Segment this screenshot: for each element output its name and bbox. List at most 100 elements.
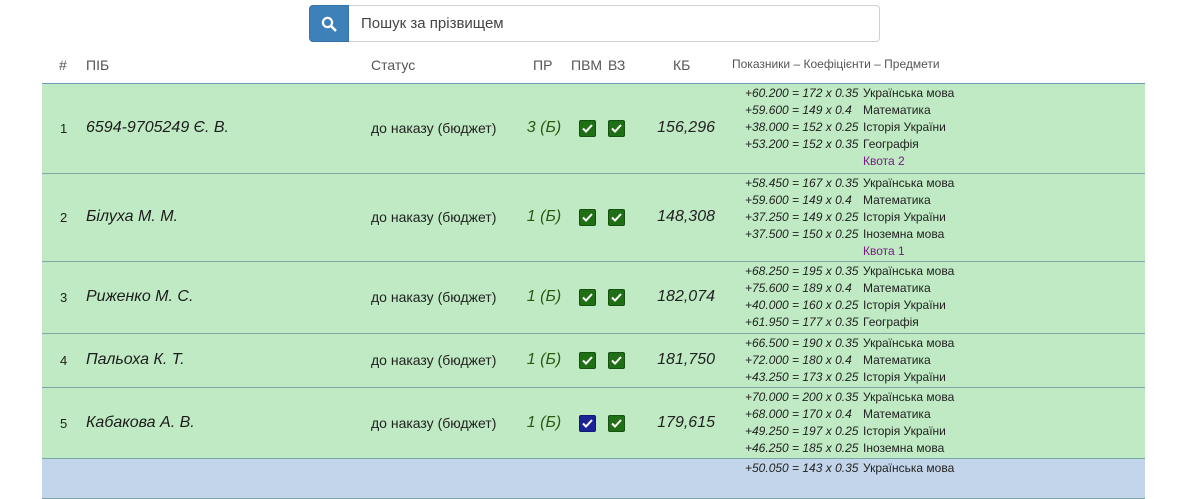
score-subject: Математика bbox=[863, 281, 931, 295]
score-subject: Історія України bbox=[863, 370, 946, 384]
header-scores: Показники – Коефіцієнти – Предмети bbox=[732, 57, 940, 71]
check-icon bbox=[611, 356, 622, 365]
score-subject: Математика bbox=[863, 103, 931, 117]
header-name[interactable]: ПІБ bbox=[86, 57, 109, 73]
applicant-name: Білуха М. М. bbox=[86, 208, 178, 225]
applicant-status: до наказу (бюджет) bbox=[371, 352, 497, 368]
vz-checkbox[interactable] bbox=[608, 289, 625, 306]
check-icon bbox=[611, 124, 622, 133]
score-line: +59.600 = 149 x 0.4 Математика bbox=[745, 192, 954, 209]
competitive-score: 181,750 bbox=[657, 351, 715, 368]
table-row: 2 Білуха М. М. до наказу (бюджет) 1 (Б) 148,… bbox=[42, 174, 1145, 262]
score-line: +37.500 = 150 x 0.25 Іноземна мова bbox=[745, 226, 954, 243]
score-line: +72.000 = 180 x 0.4 Математика bbox=[745, 352, 954, 369]
score-calc: +50.050 = 143 x 0.35 bbox=[745, 461, 859, 475]
check-icon bbox=[582, 418, 593, 428]
row-number: 2 bbox=[60, 210, 68, 225]
score-subject: Математика bbox=[863, 193, 931, 207]
search-button[interactable] bbox=[309, 5, 349, 42]
score-breakdown: +70.000 = 200 x 0.35 Українська мова +68.0… bbox=[745, 389, 954, 457]
score-breakdown: +66.500 = 190 x 0.35 Українська мова +72.0… bbox=[745, 335, 954, 386]
score-line: +66.500 = 190 x 0.35 Українська мова bbox=[745, 335, 954, 352]
header-pr[interactable]: ПР bbox=[533, 57, 552, 73]
score-subject: Українська мова bbox=[863, 264, 955, 278]
score-subject: Українська мова bbox=[863, 86, 955, 100]
vz-checkbox[interactable] bbox=[608, 352, 625, 369]
header-vz[interactable]: ВЗ bbox=[608, 57, 625, 73]
score-calc: +53.200 = 152 x 0.35 bbox=[745, 137, 859, 151]
search-input[interactable] bbox=[349, 5, 880, 42]
score-calc: +70.000 = 200 x 0.35 bbox=[745, 390, 859, 404]
search-icon bbox=[321, 16, 337, 31]
row-number: 1 bbox=[60, 121, 68, 136]
score-line: +53.200 = 152 x 0.35 Географія bbox=[745, 136, 954, 153]
header-status[interactable]: Статус bbox=[371, 57, 415, 73]
score-subject: Історія України bbox=[863, 210, 946, 224]
score-line: +50.050 = 143 x 0.35 Українська мова bbox=[745, 460, 954, 477]
competitive-score: 179,615 bbox=[657, 413, 715, 431]
pvm-checkbox[interactable] bbox=[579, 352, 596, 369]
score-line: +37.250 = 149 x 0.25 Історія України bbox=[745, 209, 954, 226]
pvm-checkbox[interactable] bbox=[579, 289, 596, 306]
score-subject: Математика bbox=[863, 407, 931, 421]
score-subject: Українська мова bbox=[863, 461, 955, 475]
applicant-name: Кабакова А. В. bbox=[86, 413, 195, 431]
pvm-checkbox[interactable] bbox=[579, 209, 596, 226]
table-row: 1 6594-9705249 Є. В. до наказу (бюджет) 3 (… bbox=[42, 84, 1145, 174]
priority: 1 (Б) bbox=[526, 208, 562, 225]
score-line: +70.000 = 200 x 0.35 Українська мова bbox=[745, 389, 954, 406]
score-calc: +75.600 = 189 x 0.4 bbox=[745, 281, 852, 295]
header-num: # bbox=[59, 57, 67, 73]
table-header: # ПІБ Статус ПР ПВМ ВЗ КБ Показники – Ко… bbox=[42, 50, 1145, 84]
score-calc: +59.600 = 149 x 0.4 bbox=[745, 193, 852, 207]
score-subject: Математика bbox=[863, 353, 931, 367]
priority: 1 (Б) bbox=[526, 413, 562, 431]
header-pvm[interactable]: ПВМ bbox=[571, 57, 602, 73]
competitive-score: 182,074 bbox=[657, 288, 715, 305]
score-calc: +68.000 = 170 x 0.4 bbox=[745, 407, 852, 421]
score-line: +75.600 = 189 x 0.4 Математика bbox=[745, 280, 954, 297]
quota-label: Квота 2 bbox=[863, 154, 905, 168]
applicant-name: Пальоха К. Т. bbox=[86, 351, 185, 368]
score-subject: Географія bbox=[863, 315, 919, 329]
applicant-status: до наказу (бюджет) bbox=[371, 289, 497, 305]
score-line: +49.250 = 197 x 0.25 Історія України bbox=[745, 423, 954, 440]
score-line: +61.950 = 177 x 0.35 Географія bbox=[745, 314, 954, 331]
score-subject: Українська мова bbox=[863, 176, 955, 190]
check-icon bbox=[582, 213, 593, 222]
score-line: +46.250 = 185 x 0.25 Іноземна мова bbox=[745, 440, 954, 457]
score-calc: +59.600 = 149 x 0.4 bbox=[745, 103, 852, 117]
score-calc: +43.250 = 173 x 0.25 bbox=[745, 370, 859, 384]
search-bar bbox=[309, 5, 880, 42]
score-subject: Історія України bbox=[863, 120, 946, 134]
score-line: +58.450 = 167 x 0.35 Українська мова bbox=[745, 175, 954, 192]
score-line: +40.000 = 160 x 0.25 Історія України bbox=[745, 297, 954, 314]
score-subject: Іноземна мова bbox=[863, 227, 945, 241]
check-icon bbox=[582, 356, 593, 365]
score-calc: +58.450 = 167 x 0.35 bbox=[745, 176, 859, 190]
check-icon bbox=[611, 418, 622, 428]
score-calc: +66.500 = 190 x 0.35 bbox=[745, 336, 859, 350]
row-number: 3 bbox=[60, 290, 68, 305]
applicant-status: до наказу (бюджет) bbox=[371, 120, 497, 136]
score-line: +59.600 = 149 x 0.4 Математика bbox=[745, 102, 954, 119]
row-number: 4 bbox=[60, 353, 68, 368]
score-subject: Іноземна мова bbox=[863, 441, 945, 455]
score-subject: Географія bbox=[863, 137, 919, 151]
score-subject: Історія України bbox=[863, 424, 946, 438]
check-icon bbox=[611, 213, 622, 222]
score-breakdown: +58.450 = 167 x 0.35 Українська мова +59.6… bbox=[745, 175, 954, 260]
vz-checkbox[interactable] bbox=[608, 120, 625, 137]
check-icon bbox=[582, 124, 593, 133]
vz-checkbox[interactable] bbox=[608, 209, 625, 226]
header-kb[interactable]: КБ bbox=[673, 57, 690, 73]
pvm-checkbox[interactable] bbox=[579, 414, 596, 432]
score-calc: +68.250 = 195 x 0.35 bbox=[745, 264, 859, 278]
priority: 3 (Б) bbox=[526, 119, 562, 136]
vz-checkbox[interactable] bbox=[608, 414, 625, 432]
pvm-checkbox[interactable] bbox=[579, 120, 596, 137]
applicant-name: 6594-9705249 Є. В. bbox=[86, 119, 229, 136]
applicant-status: до наказу (бюджет) bbox=[371, 209, 497, 225]
score-line: +43.250 = 173 x 0.25 Історія України bbox=[745, 369, 954, 386]
score-calc: +46.250 = 185 x 0.25 bbox=[745, 441, 859, 455]
